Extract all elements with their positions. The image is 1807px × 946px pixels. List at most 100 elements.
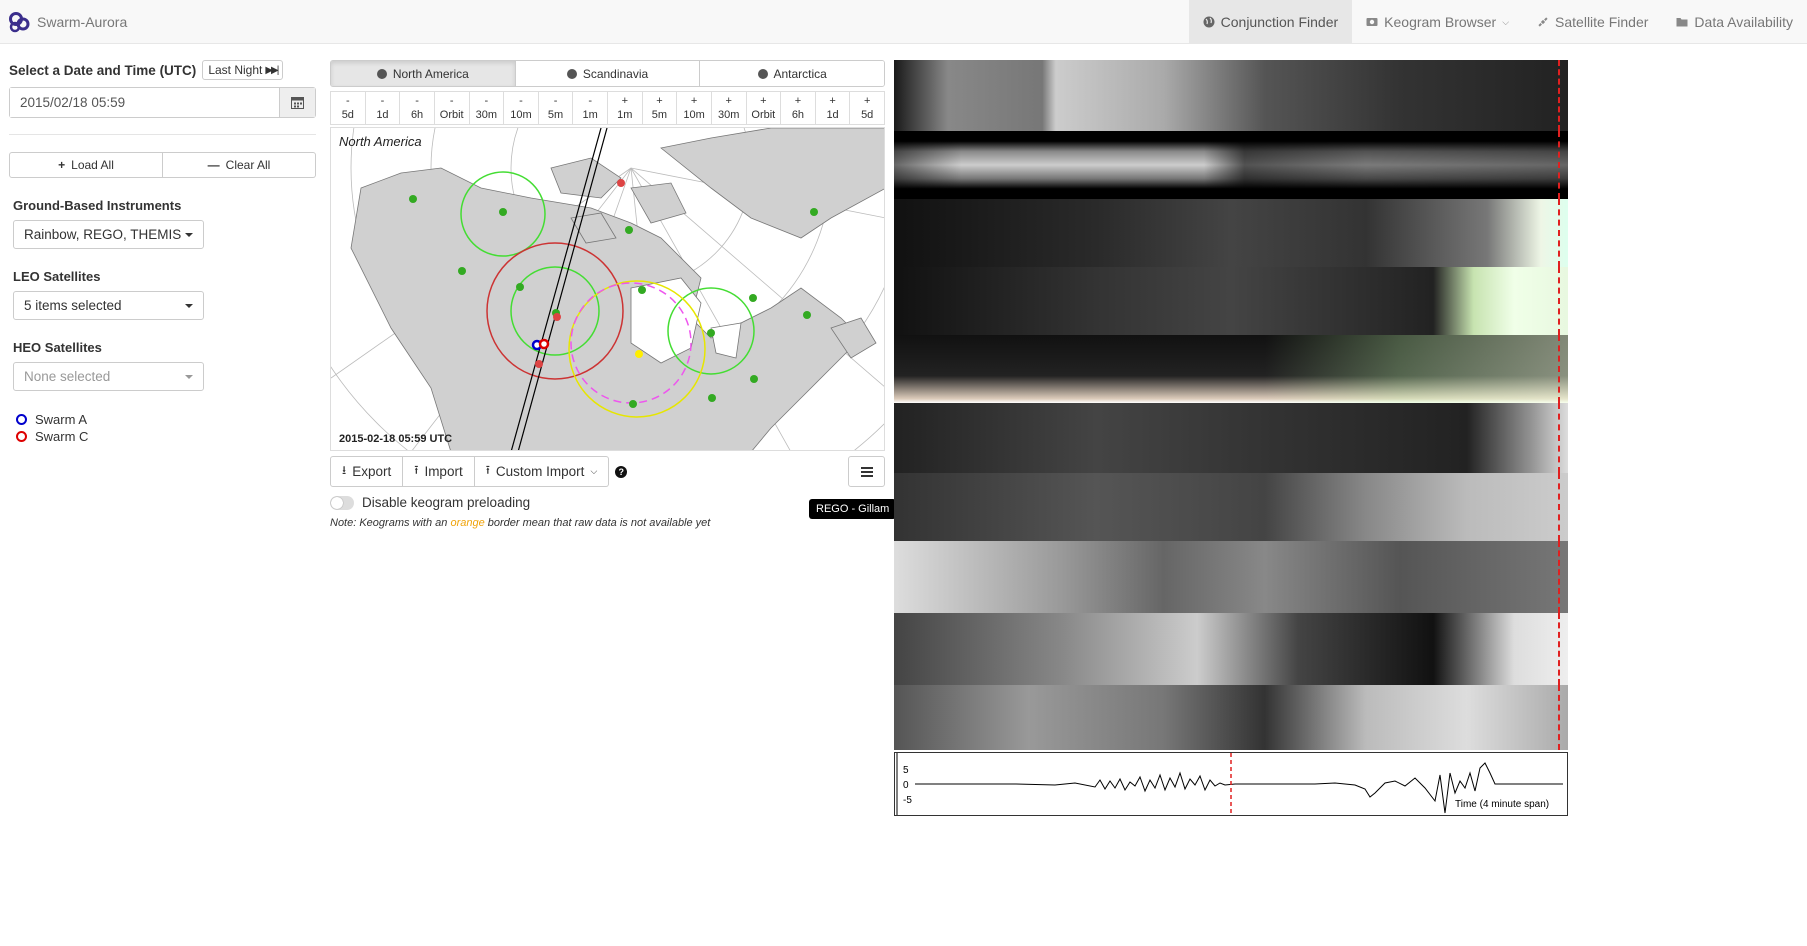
- keogram-6[interactable]: [894, 403, 1568, 473]
- swarm-c-marker-icon: [16, 431, 27, 442]
- keogram-1[interactable]: [894, 60, 1568, 131]
- brand-name: Swarm-Aurora: [37, 14, 128, 30]
- nav-keogram-browser[interactable]: Keogram Browser ⌵: [1352, 0, 1523, 44]
- swarm-a-marker-icon: [16, 414, 27, 425]
- current-time-line: [1558, 60, 1560, 131]
- time-step-button[interactable]: +1d: [814, 92, 850, 124]
- time-step-button[interactable]: -5m: [537, 92, 573, 124]
- time-step-button[interactable]: +5m: [641, 92, 677, 124]
- nav-conjunction-finder[interactable]: Conjunction Finder: [1188, 0, 1353, 44]
- swarm-logo-icon: [9, 12, 30, 33]
- map-timestamp: 2015-02-18 05:59 UTC: [339, 433, 453, 445]
- time-step-button[interactable]: + Orbit: [745, 92, 781, 124]
- time-step-button[interactable]: +1m: [607, 92, 642, 124]
- keogram-5[interactable]: [894, 335, 1568, 403]
- nav-data-availability[interactable]: Data Availability: [1662, 0, 1807, 44]
- globe-icon: [757, 68, 768, 79]
- current-time-line: [1558, 403, 1560, 473]
- import-button[interactable]: ⭱ Import: [403, 456, 475, 487]
- export-button[interactable]: ⭳ Export: [330, 456, 404, 487]
- leo-satellites-select[interactable]: 5 items selected: [13, 291, 204, 320]
- time-step-button[interactable]: +5d: [849, 92, 884, 124]
- load-clear-group: + Load All — Clear All: [9, 152, 316, 178]
- keogram-7[interactable]: [894, 473, 1568, 541]
- last-night-button[interactable]: Last Night ▶▶|: [202, 60, 284, 80]
- map-region-label: North America: [339, 134, 422, 149]
- heo-satellites-value: None selected: [24, 369, 111, 384]
- time-step-button[interactable]: -6h: [399, 92, 434, 124]
- camera-icon: [1366, 18, 1378, 26]
- time-step-button[interactable]: +30m: [710, 92, 746, 124]
- keogram-2[interactable]: [894, 131, 1568, 199]
- caret-down-icon: [185, 374, 193, 379]
- conjunction-map[interactable]: North America 2015-02-18 05:59 UTC: [330, 127, 885, 451]
- time-step-button[interactable]: +10m: [676, 92, 711, 124]
- heo-satellites-select[interactable]: None selected: [13, 362, 204, 391]
- navbar: Swarm-Aurora Conjunction Finder Keogram …: [0, 0, 1807, 44]
- brand[interactable]: Swarm-Aurora: [8, 11, 127, 33]
- custom-import-button[interactable]: ⭱ Custom Import ⌵: [474, 456, 610, 487]
- ground-instruments-select[interactable]: Rainbow, REGO, THEMIS: [13, 220, 204, 249]
- datetime-picker: [9, 87, 316, 118]
- current-time-line: [1558, 613, 1560, 685]
- magnetometer-plot[interactable]: 5 0 -5 Time (4 minute span): [894, 752, 1568, 816]
- menu-button[interactable]: [848, 456, 885, 487]
- preload-toggle-row: Disable keogram preloading: [330, 495, 885, 510]
- fast-forward-icon: ▶▶|: [265, 64, 279, 76]
- tab-label: North America: [392, 66, 469, 81]
- plus-icon: +: [58, 158, 66, 172]
- import-label: Import: [424, 464, 463, 479]
- satellite-icon: [1538, 17, 1548, 27]
- time-step-button[interactable]: -30m: [468, 92, 504, 124]
- keogram-9[interactable]: [894, 613, 1568, 685]
- mag-tick-neg5: -5: [903, 795, 912, 806]
- time-step-button[interactable]: - Orbit: [433, 92, 469, 124]
- ground-instruments-label: Ground-Based Instruments: [13, 198, 182, 213]
- keogram-tooltip: REGO - Gillam: [809, 499, 902, 519]
- keogram-8[interactable]: [894, 541, 1568, 613]
- calendar-icon: [291, 97, 304, 109]
- datetime-label-row: Select a Date and Time (UTC) Last Night …: [9, 60, 316, 80]
- calendar-button[interactable]: [279, 88, 315, 117]
- map-canvas: [331, 128, 884, 450]
- time-step-button[interactable]: -10m: [503, 92, 538, 124]
- tab-label: Scandinavia: [582, 66, 649, 81]
- tab-antarctica[interactable]: Antarctica: [699, 61, 884, 86]
- nav-label: Keogram Browser: [1384, 14, 1497, 30]
- hamburger-icon: [860, 466, 873, 477]
- keogram-3[interactable]: [894, 199, 1568, 267]
- keogram-stack[interactable]: [894, 60, 1568, 750]
- nav-label: Conjunction Finder: [1220, 14, 1339, 30]
- region-tabs: North America Scandinavia Antarctica: [330, 60, 885, 87]
- load-all-button[interactable]: + Load All: [9, 152, 163, 178]
- help-icon[interactable]: ?: [615, 465, 628, 478]
- keogram-10[interactable]: [894, 685, 1568, 750]
- current-time-line: [1558, 473, 1560, 541]
- preload-label: Disable keogram preloading: [362, 495, 531, 510]
- globe-icon: [376, 68, 387, 79]
- time-step-button[interactable]: -1d: [364, 92, 400, 124]
- keogram-4[interactable]: [894, 267, 1568, 335]
- chevron-down-icon: ⌵: [1502, 16, 1510, 27]
- leo-satellites-label: LEO Satellites: [13, 269, 101, 284]
- nav-satellite-finder[interactable]: Satellite Finder: [1523, 0, 1662, 44]
- globe-icon: [566, 68, 577, 79]
- time-step-button[interactable]: +6h: [780, 92, 815, 124]
- preload-toggle[interactable]: [330, 495, 354, 510]
- caret-down-icon: [185, 303, 193, 308]
- load-all-label: Load All: [71, 158, 114, 172]
- tab-label: Antarctica: [773, 66, 827, 81]
- map-panel: North America Scandinavia Antarctica -5d…: [330, 60, 885, 529]
- note-text: Note: Keograms with an orange border mea…: [330, 517, 711, 529]
- caret-down-icon: [185, 232, 193, 237]
- ground-instruments-value: Rainbow, REGO, THEMIS: [24, 227, 182, 242]
- time-step-button[interactable]: -1m: [572, 92, 607, 124]
- tab-scandinavia[interactable]: Scandinavia: [514, 61, 700, 86]
- upload-icon: ⭱: [485, 463, 490, 477]
- clear-all-button[interactable]: — Clear All: [163, 152, 316, 178]
- legend-item-swarm-a: Swarm A: [16, 411, 316, 428]
- tab-north-america[interactable]: North America: [331, 61, 515, 86]
- mag-caption: Time (4 minute span): [1455, 799, 1549, 810]
- datetime-input[interactable]: [10, 88, 279, 117]
- time-step-button[interactable]: -5d: [331, 92, 365, 124]
